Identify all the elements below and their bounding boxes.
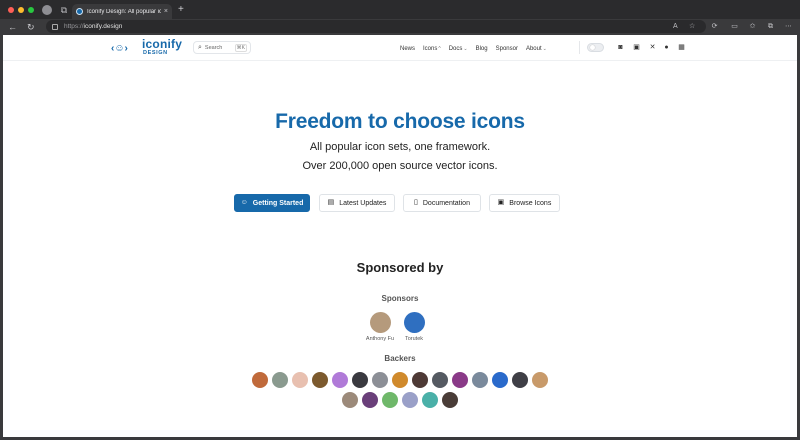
tab-favicon-icon [76,8,83,15]
web-page: ‹☺› iconify DESIGN ⌕ Search ⌘K News Icon… [3,35,797,437]
discord-icon[interactable]: ◙ [616,43,625,52]
logo-subtitle: DESIGN [143,50,168,56]
profile-icon[interactable] [42,5,52,15]
browser-tab[interactable]: Iconify Design: All popular icon × [72,4,172,19]
backer-avatar[interactable] [472,372,488,388]
sponsored-by-heading: Sponsored by [356,260,444,275]
document-icon: ▯ [414,199,418,206]
address-url[interactable]: https://iconify.design [64,23,122,30]
sponsor-name: Torutek [404,336,424,342]
documentation-label: Documentation [422,199,470,207]
backer-avatar[interactable] [342,392,358,408]
sponsors-heading: Sponsors [381,294,419,303]
window-close-button[interactable] [8,7,14,13]
nav-about[interactable]: About⌄ [526,45,547,53]
window-minimize-button[interactable] [18,7,24,13]
image-icon: ▣ [497,199,505,206]
collections-icon[interactable]: ⧉ [766,22,775,31]
linkedin-icon[interactable]: ▦ [677,43,686,52]
backer-avatar[interactable] [382,392,398,408]
browser-titlebar: ⧉ Iconify Design: All popular icon × + [0,0,800,19]
favorites-icon[interactable]: ✩ [748,22,757,31]
backer-avatar[interactable] [352,372,368,388]
search-icon: ⌕ [198,43,202,51]
torutek-logo-icon [403,312,425,333]
nav-docs[interactable]: Docs⌄ [449,45,468,53]
nav-sponsor[interactable]: Sponsor [496,45,518,53]
getting-started-button[interactable]: ☺ Getting Started [234,194,310,212]
main-nav: News Icons^ Docs⌄ Blog Sponsor About⌄ [400,44,555,53]
window-zoom-button[interactable] [28,7,34,13]
backer-avatar[interactable] [512,372,528,388]
chevron-up-icon: ^ [438,45,441,52]
backer-avatar[interactable] [362,392,378,408]
hero-subtitle-1: All popular icon sets, one framework. [309,141,491,153]
browse-icons-label: Browse Icons [509,199,552,207]
backer-avatar[interactable] [422,392,438,408]
smile-icon: ☺ [240,199,248,206]
backers-heading: Backers [384,354,416,363]
logo-face-icon: ‹☺› [111,43,128,54]
read-aloud-icon[interactable]: A [673,23,678,31]
x-icon[interactable]: ✕ [648,43,657,52]
backer-avatar[interactable] [442,392,458,408]
nav-icons[interactable]: Icons^ [423,45,441,53]
backer-avatar[interactable] [272,372,288,388]
tab-close-icon[interactable]: × [164,8,168,15]
backer-avatar[interactable] [452,372,468,388]
news-icon: ▤ [327,199,335,206]
backer-avatar[interactable] [312,372,328,388]
hero-subtitle-2: Over 200,000 open source vector icons. [302,160,498,172]
documentation-button[interactable]: ▯ Documentation [403,194,481,212]
search-label: Search [204,44,223,51]
tab-title: Iconify Design: All popular icon [87,8,161,15]
backer-avatar[interactable] [412,372,428,388]
search-button[interactable]: ⌕ Search ⌘K [193,41,251,54]
dark-mode-toggle[interactable] [587,43,604,52]
split-screen-icon[interactable]: ▭ [730,22,739,31]
sponsor-torutek[interactable]: Torutek [394,312,434,342]
tab-actions-icon[interactable]: ⧉ [59,5,69,15]
lock-icon [52,23,58,30]
backer-avatar[interactable] [492,372,508,388]
latest-updates-button[interactable]: ▤ Latest Updates [319,194,395,212]
new-tab-button[interactable]: + [178,4,184,16]
backer-avatar[interactable] [332,372,348,388]
avatar [369,312,391,333]
reload-icon[interactable]: ↻ [27,21,35,33]
browse-icons-button[interactable]: ▣ Browse Icons [489,194,560,212]
mastodon-icon[interactable]: ▣ [632,43,641,52]
favorite-star-icon[interactable]: ☆ [689,23,695,31]
backer-avatar[interactable] [372,372,388,388]
backers-row [3,372,797,388]
iconify-logo[interactable]: ‹☺› iconify DESIGN [111,38,183,58]
backers-row [3,392,797,408]
toggle-knob [590,45,595,50]
backer-avatar[interactable] [532,372,548,388]
browser-toolbar: ← ↻ https://iconify.design A ☆ ⟳ ▭ ✩ ⧉ ⋯ [0,19,800,35]
backer-avatar[interactable] [252,372,268,388]
hero-title: Freedom to choose icons [275,110,525,133]
backer-avatar[interactable] [392,372,408,388]
backer-avatar[interactable] [432,372,448,388]
backer-avatar[interactable] [292,372,308,388]
backer-avatar[interactable] [402,392,418,408]
back-arrow-icon[interactable]: ← [8,21,17,33]
site-header: ‹☺› iconify DESIGN ⌕ Search ⌘K News Icon… [3,35,797,61]
chevron-down-icon: ⌄ [542,45,547,52]
chevron-down-icon: ⌄ [463,45,468,52]
getting-started-label: Getting Started [252,199,304,207]
more-menu-icon[interactable]: ⋯ [784,22,793,31]
nav-news[interactable]: News [400,45,415,53]
github-icon[interactable]: ● [662,43,671,52]
address-bar[interactable]: https://iconify.design [46,20,706,33]
header-divider [579,41,580,54]
search-shortcut: ⌘K [234,44,247,52]
refresh-sync-icon[interactable]: ⟳ [710,22,719,31]
nav-blog[interactable]: Blog [476,45,488,53]
latest-updates-label: Latest Updates [339,199,387,207]
